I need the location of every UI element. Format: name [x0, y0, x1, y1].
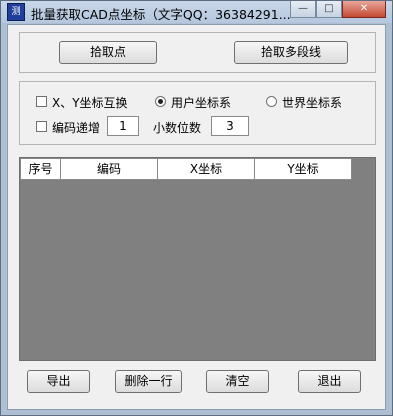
title-bar[interactable]: 测 批量获取CAD点坐标（文字QQ：36384291... — □ ✕	[1, 1, 392, 23]
caption-buttons: — □ ✕	[290, 1, 386, 19]
swap-xy-checkbox[interactable]	[36, 96, 47, 107]
options-group: X、Y坐标互换 用户坐标系 世界坐标系 编码递增 1 小数位数 3	[19, 81, 376, 145]
coordinates-table[interactable]: 序号 编码 X坐标 Y坐标	[19, 157, 376, 361]
window-title: 批量获取CAD点坐标（文字QQ：36384291...	[31, 7, 291, 22]
clear-button[interactable]: 清空	[206, 370, 269, 393]
export-button[interactable]: 导出	[27, 370, 90, 393]
maximize-button[interactable]: □	[316, 1, 342, 18]
minimize-button[interactable]: —	[290, 1, 316, 18]
swap-xy-label: X、Y坐标互换	[52, 96, 128, 110]
decimals-label: 小数位数	[153, 121, 202, 135]
code-increment-input[interactable]: 1	[107, 116, 139, 136]
column-header-index[interactable]: 序号	[20, 158, 61, 180]
delete-row-button[interactable]: 删除一行	[115, 370, 182, 393]
close-button[interactable]: ✕	[342, 1, 386, 18]
column-header-y[interactable]: Y坐标	[255, 158, 352, 180]
column-header-x[interactable]: X坐标	[158, 158, 255, 180]
user-cs-label: 用户坐标系	[171, 96, 232, 110]
table-header: 序号 编码 X坐标 Y坐标	[20, 158, 352, 180]
code-increment-checkbox[interactable]	[36, 121, 47, 132]
pick-group: 拾取点 拾取多段线	[19, 32, 376, 73]
client-area: 拾取点 拾取多段线 X、Y坐标互换 用户坐标系 世界坐标系 编码递增 1 小数位…	[7, 24, 386, 410]
user-cs-radio[interactable]	[155, 96, 166, 107]
decimals-input[interactable]: 3	[211, 116, 249, 136]
code-increment-label: 编码递增	[52, 121, 101, 135]
app-window: 测 批量获取CAD点坐标（文字QQ：36384291... — □ ✕ 拾取点 …	[0, 0, 393, 416]
world-cs-radio[interactable]	[266, 96, 277, 107]
column-header-code[interactable]: 编码	[61, 158, 158, 180]
world-cs-label: 世界坐标系	[282, 96, 343, 110]
pick-point-button[interactable]: 拾取点	[59, 41, 157, 64]
exit-button[interactable]: 退出	[298, 370, 361, 393]
pick-polyline-button[interactable]: 拾取多段线	[234, 41, 348, 64]
app-icon: 测	[7, 3, 25, 21]
